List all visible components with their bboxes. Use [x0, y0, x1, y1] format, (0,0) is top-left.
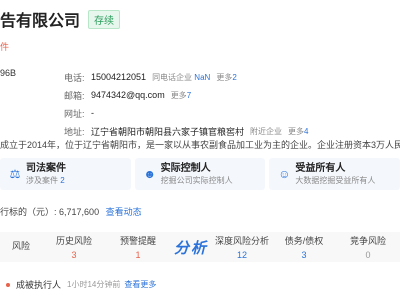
sub-tag[interactable]: 件 — [0, 40, 9, 53]
credit-code-fragment: 96B — [0, 68, 17, 78]
company-header: 告有限公司 存续 — [0, 8, 121, 30]
website-label: 网址: — [64, 108, 85, 119]
capital-label: 行标的（元）: — [0, 207, 57, 217]
email-value[interactable]: 9474342@qq.com — [91, 90, 165, 100]
warning-item[interactable]: 预警提醒 1 — [106, 234, 170, 260]
notice-time: 1小时14分钟前 — [67, 280, 121, 289]
gavel-icon: ⚖ — [9, 167, 21, 181]
same-phone-link[interactable]: 同电话企业 NaN — [152, 72, 210, 83]
user-group-icon: ☺ — [278, 167, 291, 181]
phone-row: 电话: 15004212051 同电话企业 NaN 更多2 — [64, 68, 400, 86]
email-label: 邮箱: — [64, 90, 85, 101]
email-row: 邮箱: 9474342@qq.com 更多7 — [64, 86, 400, 104]
view-more-link[interactable]: 查看更多 — [124, 279, 156, 290]
risk-bar: 风险 历史风险 3 预警提醒 1 分析 深度风险分析 12 债务/债权 3 竞争… — [0, 232, 400, 262]
card-sub: 大数据挖掘受益所有人 — [295, 175, 376, 185]
card-title: 受益所有人 — [295, 162, 346, 174]
card-lawsuits[interactable]: ⚖ 司法案件 涉及案件 2 — [0, 158, 131, 190]
card-title: 实际控制人 — [160, 162, 211, 174]
debt-item[interactable]: 债务/债权 3 — [272, 234, 336, 260]
phone-more-link[interactable]: 更多2 — [216, 72, 236, 83]
view-updates-link[interactable]: 查看动态 — [106, 207, 142, 217]
card-title: 司法案件 — [26, 162, 66, 174]
alert-dot-icon — [6, 282, 10, 287]
notice-title: 成被执行人 — [16, 280, 62, 290]
execution-amount: 行标的（元）: 6,717,600 查看动态 — [0, 205, 142, 218]
nearby-link[interactable]: 附近企业 — [250, 126, 282, 137]
website-row: 网址: - — [64, 104, 400, 122]
risk-item[interactable]: 风险 — [0, 239, 42, 255]
email-more-link[interactable]: 更多7 — [171, 90, 191, 101]
card-sub: 涉及案件 2 — [26, 175, 65, 185]
history-risk-item[interactable]: 历史风险 3 — [42, 234, 106, 260]
address-value[interactable]: 辽宁省朝阳市朝阳县六家子镇官粮窖村 — [91, 125, 244, 138]
card-controller[interactable]: ☻ 实际控制人 挖掘公司实际控制人 — [134, 158, 266, 190]
address-label: 地址: — [64, 126, 85, 137]
feature-cards: ⚖ 司法案件 涉及案件 2 ☻ 实际控制人 挖掘公司实际控制人 ☺ 受益所有人 … — [0, 158, 400, 190]
status-badge: 存续 — [88, 9, 121, 29]
phone-label: 电话: — [64, 72, 85, 83]
card-beneficiary[interactable]: ☺ 受益所有人 大数据挖掘受益所有人 — [269, 158, 400, 190]
deep-risk-item[interactable]: 深度风险分析 12 — [212, 234, 272, 260]
competition-risk-item[interactable]: 竞争风险 0 — [336, 234, 400, 260]
company-name: 告有限公司 — [0, 13, 81, 30]
analysis-label: 分析 — [173, 239, 208, 257]
notice-row: 成被执行人 1小时14分钟前 查看更多 — [6, 278, 156, 291]
contact-info: 电话: 15004212051 同电话企业 NaN 更多2 邮箱: 947434… — [64, 68, 400, 140]
capital-value: 6,717,600 — [59, 207, 100, 217]
company-description: 成立于2014年，位于辽宁省朝阳市，是一家以从事农副食品加工业为主的企业。企业注… — [0, 140, 400, 150]
website-value: - — [91, 108, 94, 118]
person-icon: ☻ — [143, 167, 156, 181]
address-more-link[interactable]: 更多4 — [288, 126, 308, 137]
phone-value[interactable]: 15004212051 — [91, 72, 146, 82]
card-sub: 挖掘公司实际控制人 — [160, 175, 233, 185]
